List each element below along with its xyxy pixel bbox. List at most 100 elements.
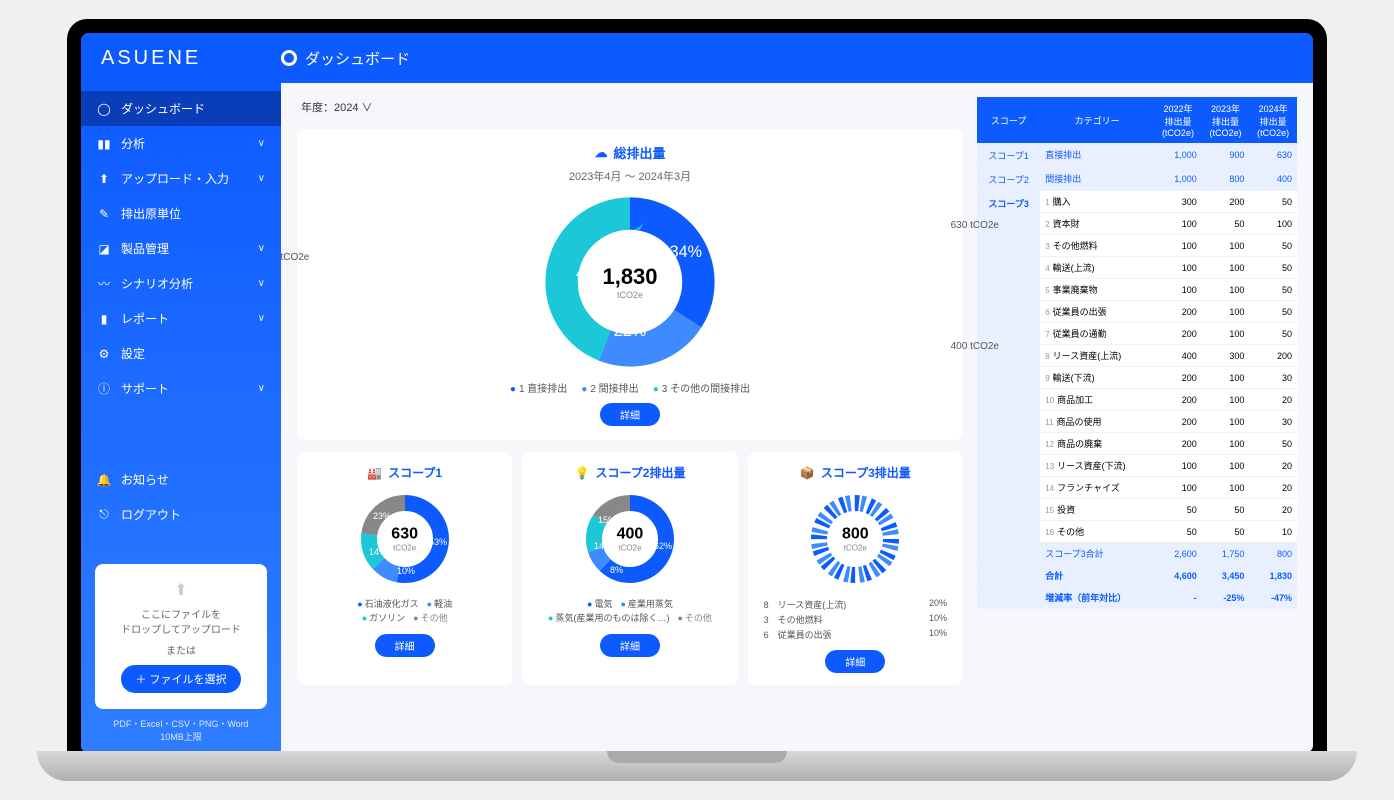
- brand-logo: ASUENE: [101, 47, 281, 70]
- table-row: スコープ1直接排出1,000900630: [977, 143, 1297, 167]
- chevron-down-icon: ∨: [362, 102, 373, 114]
- callout-scope3: 800 tCO2e: [281, 252, 309, 263]
- scope3-value: 800: [842, 526, 869, 544]
- table-row: 合計4,6003,4501,830: [977, 565, 1297, 587]
- scope1-detail-button[interactable]: 詳細: [375, 634, 435, 657]
- sidebar-item-1[interactable]: ▮▮ 分析∨: [81, 126, 281, 161]
- chevron-down-icon: ∨: [258, 313, 265, 324]
- sidebar-item-2[interactable]: ⬆ アップロード・入力∨: [81, 161, 281, 196]
- sidebar-item-6[interactable]: ▮ レポート∨: [81, 301, 281, 336]
- svg-text:14%: 14%: [594, 541, 612, 551]
- total-value: 1,830: [602, 264, 657, 290]
- total-card-period: 2023年4月 〜 2024年3月: [311, 168, 949, 184]
- ring-icon: ◯: [97, 102, 111, 116]
- page-title-text: ダッシュボード: [305, 48, 410, 69]
- sidebar-item-label: 設定: [121, 345, 265, 362]
- callout-scope2: 400 tCO2e: [951, 341, 999, 352]
- chevron-down-icon: ∨: [258, 173, 265, 184]
- callout-scope1: 630 tCO2e: [951, 220, 999, 231]
- svg-text:22%: 22%: [614, 322, 646, 340]
- sidebar-item-label: 排出原単位: [121, 205, 265, 222]
- emissions-table: スコープカテゴリー2022年 排出量 (tCO2e)2023年 排出量 (tCO…: [977, 97, 1297, 609]
- sidebar-item-label: ダッシュボード: [121, 100, 265, 117]
- total-card-title: 総排出量: [613, 143, 665, 162]
- scope2-title: スコープ2排出量: [595, 464, 685, 481]
- page-title: ダッシュボード: [281, 48, 410, 69]
- total-detail-button[interactable]: 詳細: [600, 403, 660, 426]
- table-row: 増減率（前年対比）--25%-47%: [977, 587, 1297, 609]
- sidebar-bottom-0[interactable]: 🔔 お知らせ: [81, 462, 281, 497]
- gear-icon: ⚙: [97, 347, 111, 361]
- sidebar-item-4[interactable]: ◪製品管理∨: [81, 231, 281, 266]
- scope3-detail-button[interactable]: 詳細: [825, 650, 885, 673]
- scope3-card: 📦スコープ3排出量 800tCO2e 8 リース資産(上流)20%3 その他燃料…: [748, 452, 963, 685]
- scope1-legend: 石油液化ガス軽油 ガソリンその他: [307, 597, 502, 626]
- table-header: 2022年 排出量 (tCO2e): [1154, 97, 1202, 143]
- bars-icon: ▮▮: [97, 137, 111, 151]
- sidebar-item-label: レポート: [121, 310, 258, 327]
- bell-icon: 🔔: [97, 473, 111, 487]
- sidebar-item-label: サポート: [121, 380, 258, 397]
- scope2-unit: tCO2e: [617, 544, 644, 553]
- factory-icon: 🏭: [367, 466, 382, 480]
- svg-text:34%: 34%: [670, 243, 702, 261]
- scope1-title: スコープ1: [388, 464, 442, 481]
- nav: ◯ダッシュボード▮▮分析∨⬆アップロード・入力∨✎排出原単位◪製品管理∨〰シナリ…: [81, 83, 281, 414]
- box-icon: 📦: [800, 466, 815, 480]
- pencil-icon: ✎: [97, 207, 111, 221]
- scope2-card: 💡スコープ2排出量 62% 8% 14% 15% 400tCO2e 電気産業用蒸…: [522, 452, 737, 685]
- chevron-down-icon: ∨: [258, 383, 265, 394]
- upload-note: PDF・Excel・CSV・PNG・Word 10MB上限: [95, 717, 267, 743]
- scope1-unit: tCO2e: [391, 544, 418, 553]
- dashboard-icon: [281, 50, 297, 66]
- sidebar-item-label: お知らせ: [121, 471, 265, 488]
- sidebar-item-label: アップロード・入力: [121, 170, 258, 187]
- chevron-down-icon: ∨: [258, 138, 265, 149]
- upload-text-2: ドロップしてアップロード: [105, 621, 257, 636]
- total-emissions-card: ☁総排出量 2023年4月 〜 2024年3月 34% 22% 44% 1,83…: [297, 129, 963, 440]
- table-header: 2024年 排出量 (tCO2e): [1249, 97, 1297, 143]
- topbar: ASUENE ダッシュボード: [81, 33, 1313, 83]
- exit-icon: ⎋: [97, 508, 111, 522]
- sidebar-item-3[interactable]: ✎ 排出原単位: [81, 196, 281, 231]
- file-select-button[interactable]: ＋ ファイルを選択: [121, 665, 240, 693]
- main-content: 年度：2024 ∨ ☁ 総排出量 2023年4月 〜 2024年3月 34% 22…: [281, 83, 1313, 753]
- total-center-label: 1,830 tCO2e: [602, 264, 657, 300]
- nav-bottom: 🔔 お知らせ ⎋ ログアウト: [81, 454, 281, 540]
- chevron-down-icon: ∨: [258, 278, 265, 289]
- chart-icon: 〰: [97, 277, 111, 291]
- svg-text:14%: 14%: [369, 547, 387, 557]
- scope2-detail-button[interactable]: 詳細: [600, 634, 660, 657]
- svg-text:8%: 8%: [610, 565, 623, 575]
- sidebar-item-label: シナリオ分析: [121, 275, 258, 292]
- sidebar-item-5[interactable]: 〰シナリオ分析∨: [81, 266, 281, 301]
- sidebar-item-label: 分析: [121, 135, 258, 152]
- box-icon: ◪: [97, 242, 111, 256]
- upload-icon: ⬆: [97, 172, 111, 186]
- year-selector[interactable]: 年度：2024 ∨: [297, 97, 963, 117]
- svg-text:23%: 23%: [373, 511, 391, 521]
- upload-or: または: [105, 642, 257, 657]
- total-unit: tCO2e: [602, 290, 657, 300]
- sidebar-item-8[interactable]: ⓘサポート∨: [81, 371, 281, 406]
- sidebar: ◯ダッシュボード▮▮分析∨⬆アップロード・入力∨✎排出原単位◪製品管理∨〰シナリ…: [81, 83, 281, 753]
- sidebar-bottom-1[interactable]: ⎋ ログアウト: [81, 497, 281, 532]
- scope2-value: 400: [617, 526, 644, 544]
- svg-text:15%: 15%: [598, 515, 616, 525]
- upload-icon: ⬆: [105, 580, 257, 600]
- doc-icon: ▮: [97, 312, 111, 326]
- upload-dropzone[interactable]: ⬆ ここにファイルを ドロップしてアップロード または ＋ ファイルを選択: [95, 564, 267, 709]
- scope1-card: 🏭スコープ1 53% 10% 14% 23% 630tCO2e 石油液化ガス軽油…: [297, 452, 512, 685]
- upload-text-1: ここにファイルを: [105, 606, 257, 621]
- svg-text:62%: 62%: [654, 541, 672, 551]
- sidebar-item-label: ログアウト: [121, 506, 265, 523]
- table-row: スコープ31購入30020050: [977, 191, 1297, 213]
- sidebar-item-label: 製品管理: [121, 240, 258, 257]
- svg-text:10%: 10%: [397, 566, 415, 576]
- scope3-unit: tCO2e: [842, 544, 869, 553]
- svg-text:53%: 53%: [429, 537, 447, 547]
- sidebar-item-7[interactable]: ⚙ 設定: [81, 336, 281, 371]
- table-row: スコープ2間接排出1,000800400: [977, 167, 1297, 191]
- cloud-icon: ☁: [594, 145, 607, 161]
- sidebar-item-0[interactable]: ◯ ダッシュボード: [81, 91, 281, 126]
